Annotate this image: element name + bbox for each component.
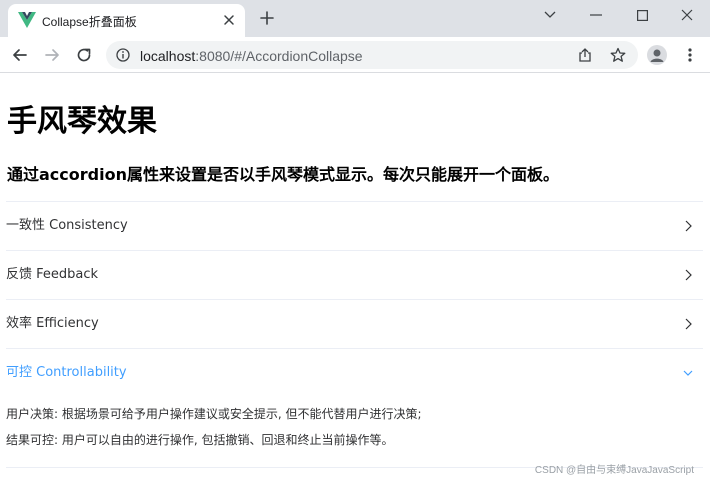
address-bar[interactable]: localhost:8080/#/AccordionCollapse — [106, 41, 638, 69]
minimize-icon — [590, 14, 602, 16]
maximize-button[interactable] — [619, 0, 665, 30]
collapse-content-line: 结果可控: 用户可以自由的进行操作, 包括撤销、回退和终止当前操作等。 — [6, 433, 394, 447]
browser-tab[interactable]: Collapse折叠面板 — [8, 4, 245, 37]
collapse-content-line: 用户决策: 根据场景可给予用户操作建议或安全提示, 但不能代替用户进行决策; — [6, 407, 422, 421]
back-button[interactable] — [10, 45, 30, 65]
page-content: 手风琴效果 通过accordion属性来设置是否以手风琴模式显示。每次只能展开一… — [0, 74, 710, 485]
page-subtitle: 通过accordion属性来设置是否以手风琴模式显示。每次只能展开一个面板。 — [7, 165, 559, 184]
chevron-right-icon — [685, 220, 692, 232]
chevron-right-icon — [685, 318, 692, 330]
star-icon[interactable] — [610, 47, 626, 63]
plus-icon[interactable] — [260, 11, 274, 25]
collapse-item-controllability: 可控 Controllability 用户决策: 根据场景可给予用户操作建议或安… — [6, 349, 703, 468]
collapse-header-controllability[interactable]: 可控 Controllability — [6, 349, 703, 397]
url-path: :8080/#/AccordionCollapse — [195, 48, 363, 64]
reload-icon — [77, 48, 91, 62]
arrow-left-icon — [13, 49, 27, 61]
collapse-header-consistency[interactable]: 一致性 Consistency — [6, 202, 703, 250]
reload-button[interactable] — [74, 45, 94, 65]
maximize-icon — [636, 9, 648, 21]
info-icon[interactable] — [116, 48, 130, 62]
kebab-menu-icon — [688, 48, 692, 62]
collapse-title: 反馈 Feedback — [6, 267, 99, 282]
browser-tab-strip: Collapse折叠面板 — [0, 0, 710, 37]
collapse-header-efficiency[interactable]: 效率 Efficiency — [6, 300, 703, 348]
accordion-collapse: 一致性 Consistency 反馈 Feedback 效率 Efficienc… — [6, 201, 703, 468]
page-title: 手风琴效果 — [7, 104, 157, 139]
chevron-right-icon — [685, 269, 692, 281]
collapse-item-consistency: 一致性 Consistency — [6, 202, 703, 251]
collapse-title: 一致性 Consistency — [6, 218, 128, 233]
watermark: CSDN @自由与束缚JavaJavaScript — [534, 465, 694, 476]
arrow-right-icon — [45, 49, 59, 61]
collapse-item-efficiency: 效率 Efficiency — [6, 300, 703, 349]
collapse-item-feedback: 反馈 Feedback — [6, 251, 703, 300]
chevron-down-icon — [544, 11, 556, 18]
collapse-title: 效率 Efficiency — [6, 316, 99, 331]
collapse-title: 可控 Controllability — [6, 365, 127, 380]
collapse-content-controllability: 用户决策: 根据场景可给予用户操作建议或安全提示, 但不能代替用户进行决策; 结… — [6, 397, 703, 467]
tab-title: Collapse折叠面板 — [42, 15, 137, 29]
close-icon[interactable] — [222, 13, 236, 27]
close-icon — [681, 9, 693, 21]
vue-logo-icon — [18, 12, 36, 28]
url-host: localhost — [140, 48, 196, 64]
chevron-down-icon — [683, 370, 693, 376]
browser-menu-button[interactable] — [682, 45, 698, 65]
minimize-button[interactable] — [573, 0, 619, 30]
browser-toolbar: localhost:8080/#/AccordionCollapse — [0, 37, 710, 73]
window-dropdown-button[interactable] — [527, 0, 573, 30]
person-icon — [650, 49, 664, 62]
share-icon[interactable] — [577, 47, 593, 63]
profile-button[interactable] — [647, 45, 667, 65]
collapse-header-feedback[interactable]: 反馈 Feedback — [6, 251, 703, 299]
forward-button[interactable] — [42, 45, 62, 65]
url-text[interactable]: localhost:8080/#/AccordionCollapse — [140, 48, 363, 64]
window-close-button[interactable] — [664, 0, 710, 30]
